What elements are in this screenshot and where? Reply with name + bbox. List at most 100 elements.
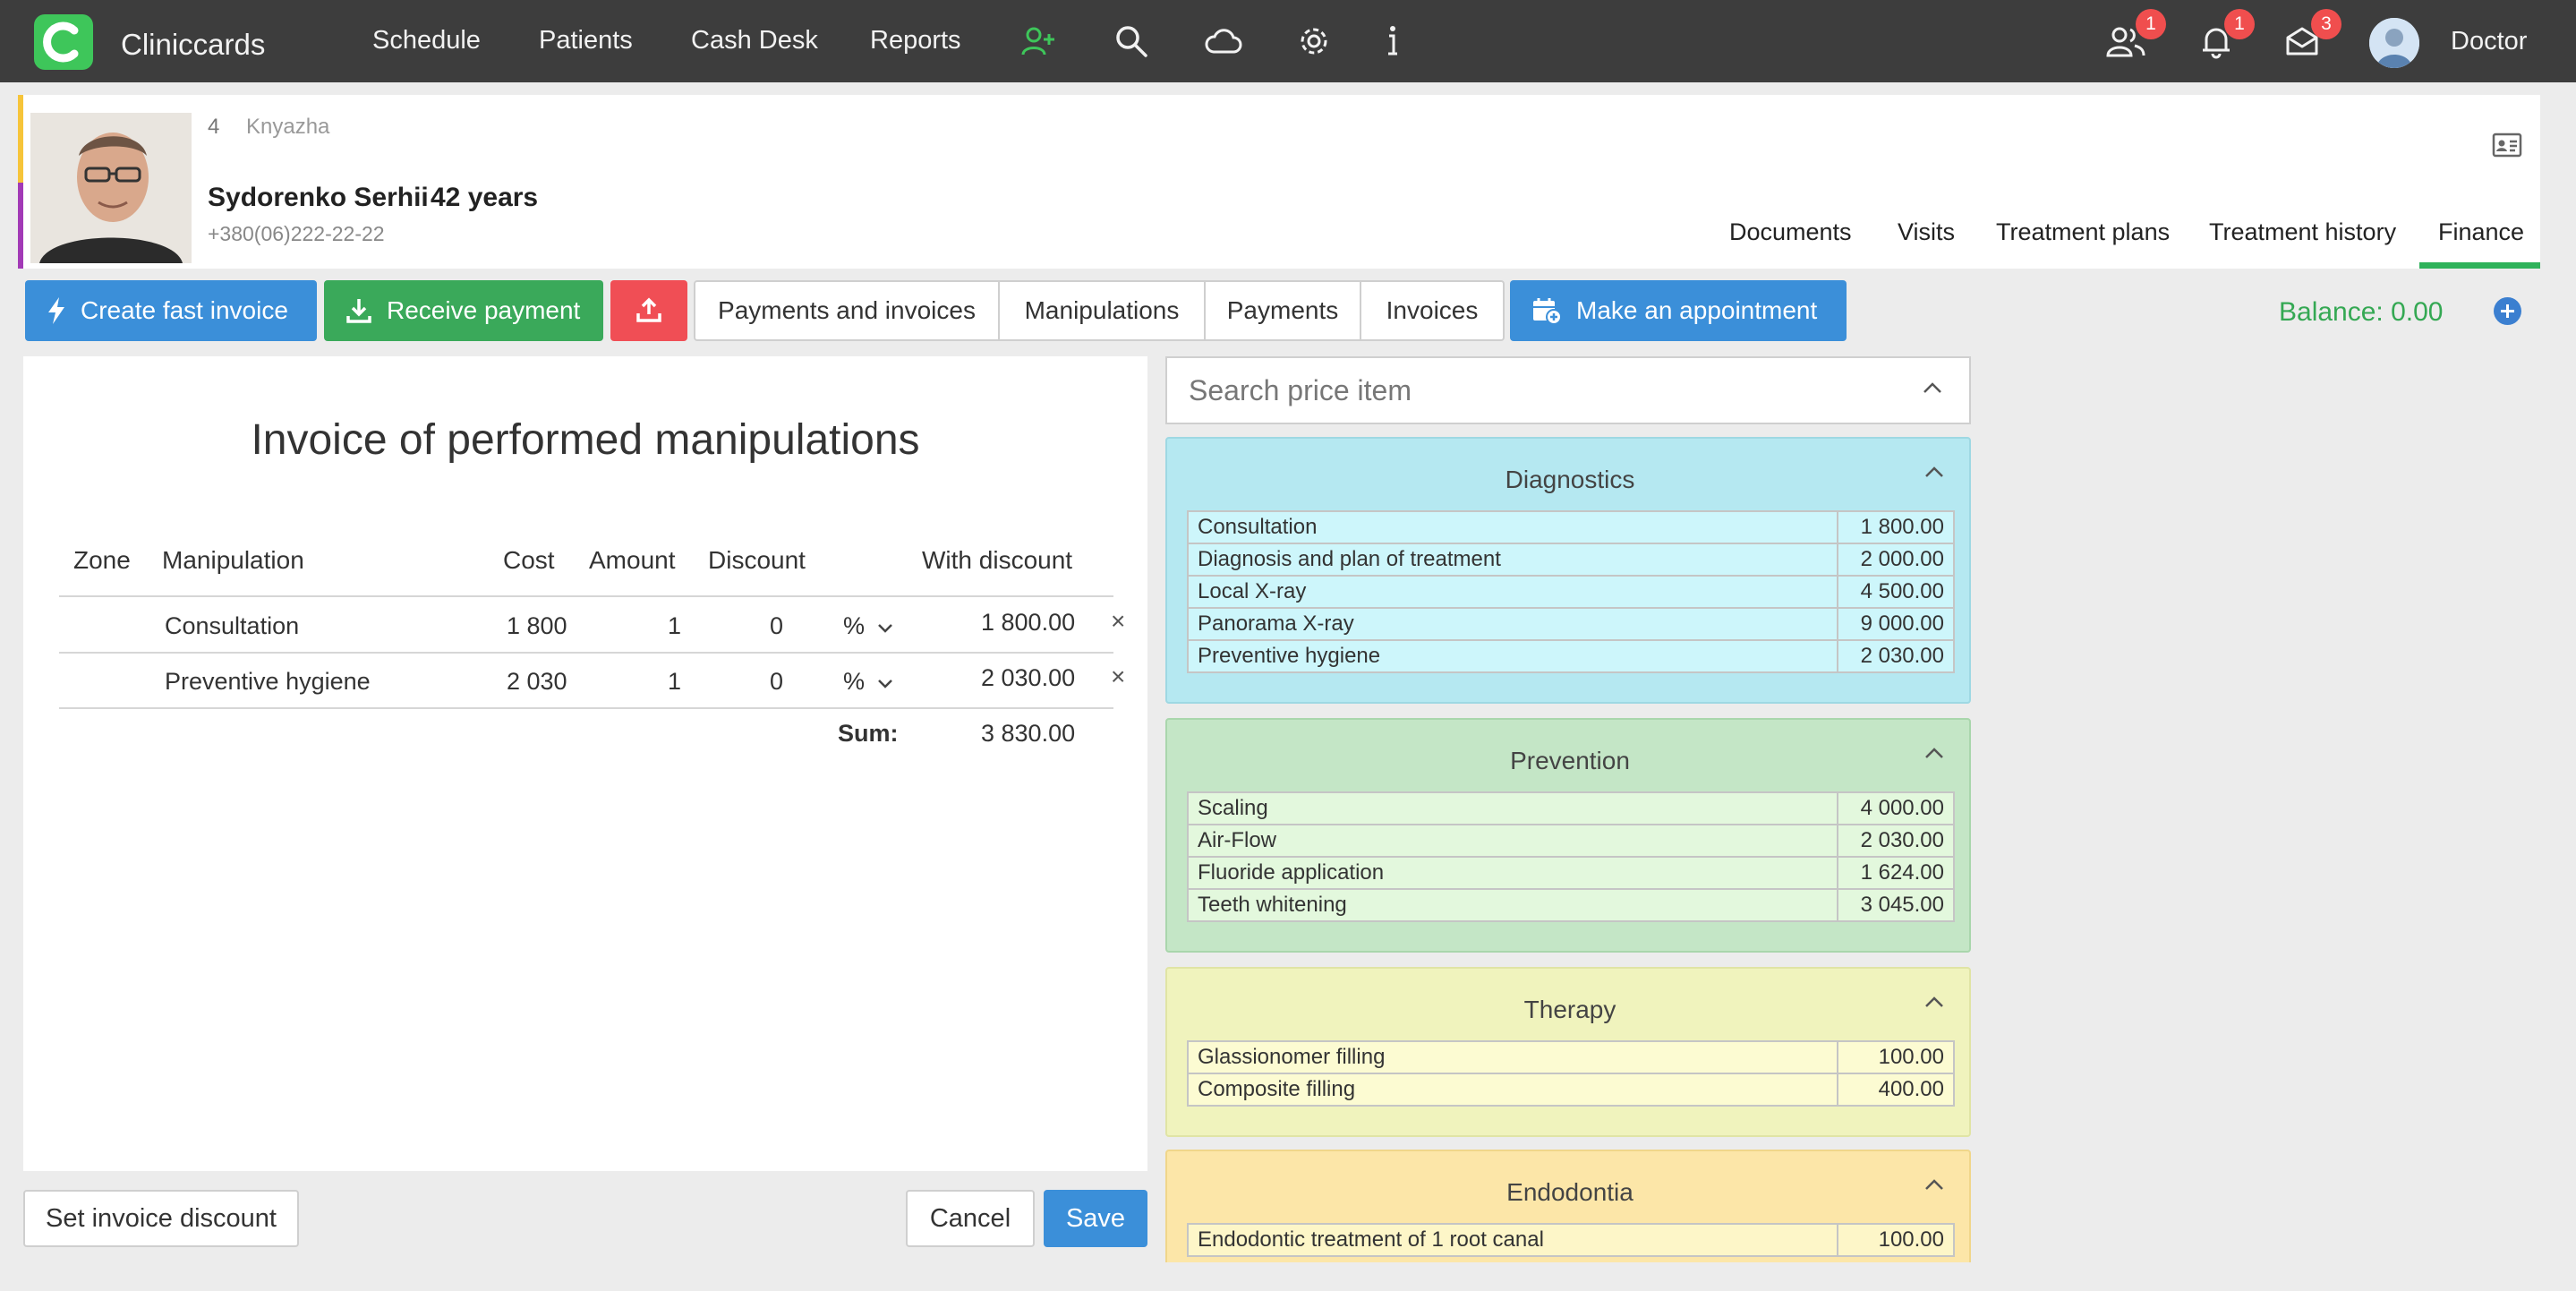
save-button[interactable]: Save xyxy=(1044,1190,1147,1247)
tab-treatment-history[interactable]: Treatment history xyxy=(2209,218,2396,246)
price-item-price: 400.00 xyxy=(1837,1073,1955,1107)
price-item-name: Preventive hygiene xyxy=(1187,639,1838,673)
price-item-name: Consultation xyxy=(1187,510,1838,544)
remove-row-icon[interactable]: × xyxy=(1111,663,1125,691)
category-prevention: Prevention Scaling 4 000.00 Air-Flow 2 030… xyxy=(1165,718,1971,953)
amount-input[interactable]: 1 xyxy=(668,668,681,696)
tab-invoices[interactable]: Invoices xyxy=(1360,280,1505,341)
receive-payment-label: Receive payment xyxy=(387,296,581,324)
price-search xyxy=(1165,356,1971,424)
cost-input[interactable]: 1 800 xyxy=(507,612,582,640)
price-item[interactable]: Diagnosis and plan of treatment 2 000.00 xyxy=(1187,543,1955,577)
price-item[interactable]: Panorama X-ray 9 000.00 xyxy=(1187,607,1955,641)
discount-input[interactable]: 0 xyxy=(770,612,783,640)
add-patient-icon[interactable] xyxy=(1020,23,1056,59)
price-item-price: 9 000.00 xyxy=(1837,607,1955,641)
row-divider xyxy=(59,652,1113,654)
upload-button[interactable] xyxy=(610,280,687,341)
messages-badge: 3 xyxy=(2311,9,2341,39)
tab-treatment-plans[interactable]: Treatment plans xyxy=(1996,218,2170,246)
with-discount-cell: 2 030.00 xyxy=(981,664,1076,691)
price-item[interactable]: Teeth whitening 3 045.00 xyxy=(1187,888,1955,922)
price-item[interactable]: Glassionomer filling 100.00 xyxy=(1187,1040,1955,1074)
chevron-up-icon[interactable] xyxy=(1924,747,1944,759)
price-item[interactable]: Local X-ray 4 500.00 xyxy=(1187,575,1955,609)
price-table: Scaling 4 000.00 Air-Flow 2 030.00 Fluorid… xyxy=(1187,791,1955,922)
calendar-plus-icon xyxy=(1533,298,1562,325)
nav-reports[interactable]: Reports xyxy=(870,26,961,56)
patient-name: Sydorenko Serhii xyxy=(208,183,429,212)
price-item[interactable]: Composite filling 400.00 xyxy=(1187,1073,1955,1107)
tab-manipulations[interactable]: Manipulations xyxy=(998,280,1206,341)
chevron-up-icon[interactable] xyxy=(1923,381,1942,394)
tab-payments[interactable]: Payments xyxy=(1204,280,1361,341)
remove-row-icon[interactable]: × xyxy=(1111,607,1125,636)
invoice-title: Invoice of performed manipulations xyxy=(251,416,920,464)
category-title[interactable]: Therapy xyxy=(1167,996,1971,1024)
manipulation-cell: Consultation xyxy=(165,612,300,639)
price-table: Endodontic treatment of 1 root canal 100.… xyxy=(1187,1223,1955,1257)
price-item[interactable]: Preventive hygiene 2 030.00 xyxy=(1187,639,1955,673)
price-item-name: Panorama X-ray xyxy=(1187,607,1838,641)
price-item-name: Endodontic treatment of 1 root canal xyxy=(1187,1223,1838,1257)
search-icon[interactable] xyxy=(1113,23,1149,59)
tab-payments-and-invoices[interactable]: Payments and invoices xyxy=(694,280,1000,341)
active-tab-indicator xyxy=(2419,262,2540,269)
cancel-button[interactable]: Cancel xyxy=(906,1190,1035,1247)
price-item[interactable]: Scaling 4 000.00 xyxy=(1187,791,1955,825)
tab-visits[interactable]: Visits xyxy=(1898,218,1955,246)
price-item[interactable]: Air-Flow 2 030.00 xyxy=(1187,824,1955,858)
price-item[interactable]: Consultation 1 800.00 xyxy=(1187,510,1955,544)
price-item-name: Teeth whitening xyxy=(1187,888,1838,922)
col-zone: Zone xyxy=(73,546,131,574)
user-name[interactable]: Doctor xyxy=(2451,27,2527,56)
col-cost: Cost xyxy=(503,546,555,574)
tab-finance[interactable]: Finance xyxy=(2438,218,2524,246)
discount-type-select[interactable]: % xyxy=(843,612,893,640)
col-manipulation: Manipulation xyxy=(162,546,304,574)
price-table: Glassionomer filling 100.00 Composite fil… xyxy=(1187,1040,1955,1107)
discount-type-value: % xyxy=(843,668,866,695)
tab-documents[interactable]: Documents xyxy=(1729,218,1852,246)
price-item-name: Local X-ray xyxy=(1187,575,1838,609)
nav-patients[interactable]: Patients xyxy=(539,26,633,56)
gear-icon[interactable] xyxy=(1296,23,1332,59)
status-stripe xyxy=(18,95,23,183)
nav-schedule[interactable]: Schedule xyxy=(372,26,481,56)
discount-type-select[interactable]: % xyxy=(843,668,893,696)
amount-input[interactable]: 1 xyxy=(668,612,681,640)
cloud-icon[interactable] xyxy=(1203,23,1244,59)
info-icon[interactable] xyxy=(1384,23,1402,59)
add-balance-icon[interactable] xyxy=(2494,297,2521,325)
top-navbar: Cliniccards Schedule Patients Cash Desk … xyxy=(0,0,2576,82)
chevron-up-icon[interactable] xyxy=(1924,1178,1944,1191)
brand-name[interactable]: Cliniccards xyxy=(121,28,265,62)
category-title[interactable]: Endodontia xyxy=(1167,1178,1971,1207)
invoice-panel: Invoice of performed manipulations Zone … xyxy=(23,356,1147,1171)
price-item-price: 1 624.00 xyxy=(1837,856,1955,890)
patient-age: 42 years xyxy=(431,183,539,212)
price-item[interactable]: Fluoride application 1 624.00 xyxy=(1187,856,1955,890)
make-appointment-button[interactable]: Make an appointment xyxy=(1510,280,1847,341)
price-item-name: Scaling xyxy=(1187,791,1838,825)
id-card-icon[interactable] xyxy=(2492,133,2522,162)
app-logo[interactable] xyxy=(34,14,93,70)
with-discount-cell: 1 800.00 xyxy=(981,609,1076,636)
cost-input[interactable]: 2 030 xyxy=(507,668,582,696)
discount-input[interactable]: 0 xyxy=(770,668,783,696)
chevron-up-icon[interactable] xyxy=(1924,466,1944,478)
price-item-price: 4 000.00 xyxy=(1837,791,1955,825)
category-title[interactable]: Diagnostics xyxy=(1167,466,1971,494)
chevron-up-icon[interactable] xyxy=(1924,996,1944,1008)
chevron-down-icon xyxy=(877,680,892,688)
set-invoice-discount-button[interactable]: Set invoice discount xyxy=(23,1190,299,1247)
patient-header: 4 Knyazha Sydorenko Serhii 42 years +380… xyxy=(18,95,2540,269)
user-avatar[interactable] xyxy=(2369,18,2419,68)
receive-payment-button[interactable]: Receive payment xyxy=(324,280,603,341)
create-fast-invoice-button[interactable]: Create fast invoice xyxy=(25,280,317,341)
make-appointment-label: Make an appointment xyxy=(1576,296,1818,324)
price-search-input[interactable] xyxy=(1189,371,1887,410)
nav-cash-desk[interactable]: Cash Desk xyxy=(691,26,818,56)
category-title[interactable]: Prevention xyxy=(1167,747,1971,775)
price-item[interactable]: Endodontic treatment of 1 root canal 100.… xyxy=(1187,1223,1955,1257)
